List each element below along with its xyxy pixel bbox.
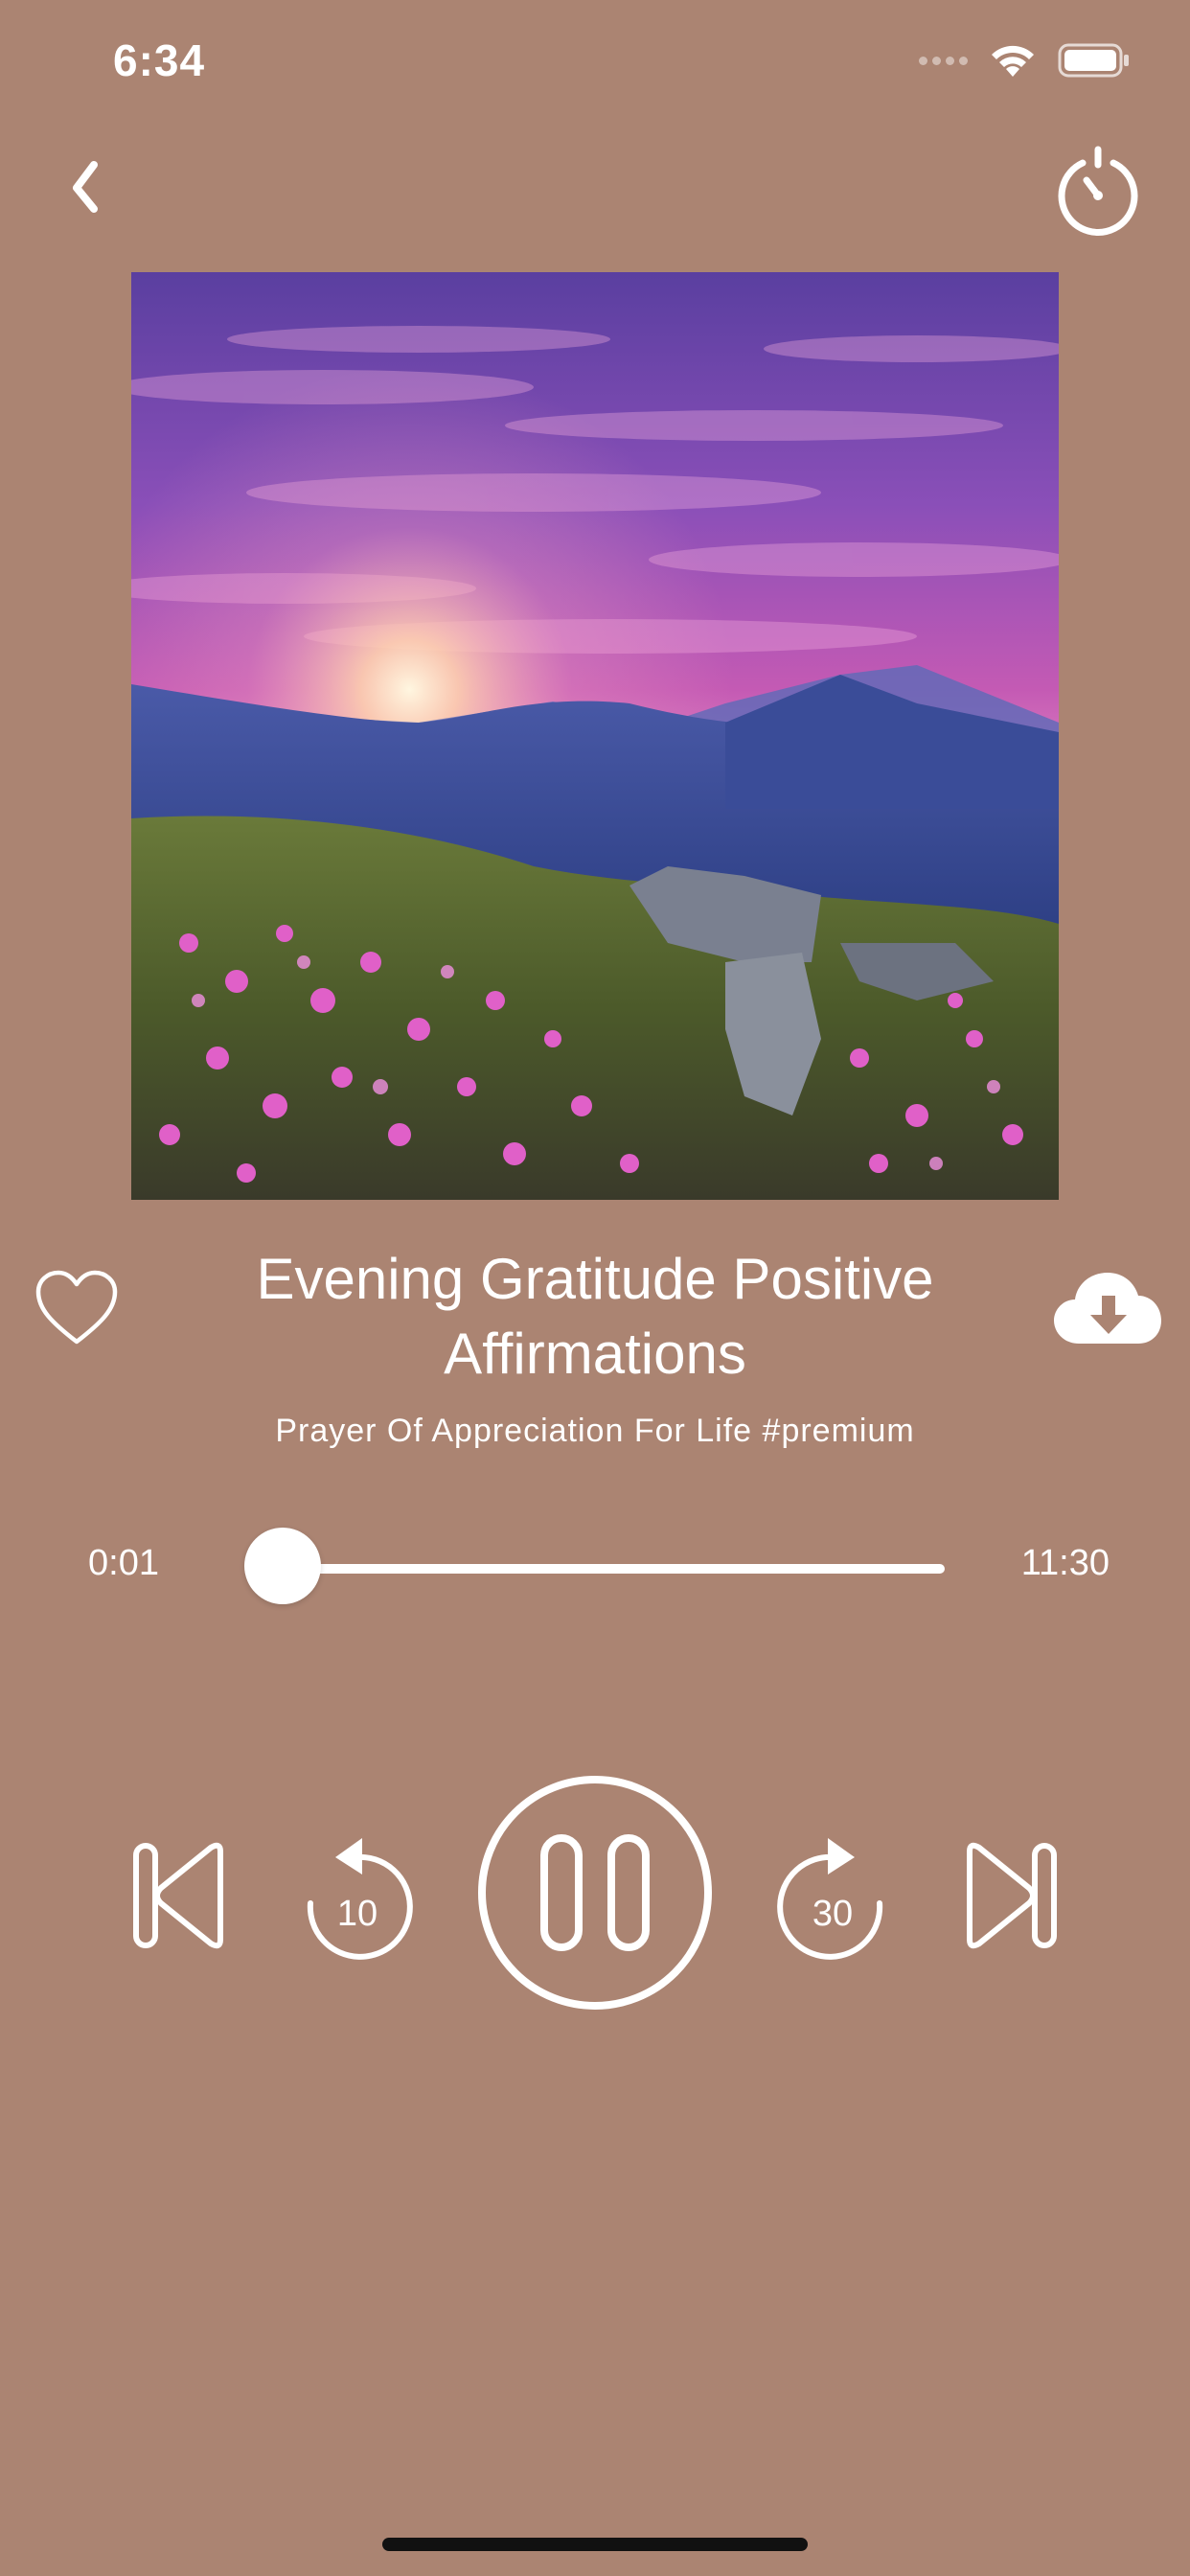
- album-artwork-image: [131, 272, 1059, 1200]
- home-indicator[interactable]: [382, 2538, 808, 2551]
- elapsed-time: 0:01: [88, 1543, 159, 1583]
- pause-icon: [478, 1776, 712, 2010]
- sleep-timer-button[interactable]: [1054, 144, 1142, 236]
- track-title: Evening Gratitude Positive Affirmations: [256, 1247, 934, 1386]
- cloud-download-icon: [1054, 1273, 1161, 1344]
- favorite-button[interactable]: [33, 1267, 121, 1349]
- skip-next-icon: [967, 1842, 1057, 1949]
- album-artwork: [131, 272, 1059, 1200]
- download-button[interactable]: [1052, 1269, 1163, 1349]
- pause-button[interactable]: [475, 1773, 715, 2012]
- forward-30-button[interactable]: 30: [772, 1830, 893, 1961]
- skip-previous-icon: [133, 1842, 223, 1949]
- next-track-button[interactable]: [962, 1838, 1062, 1953]
- heart-icon: [35, 1270, 118, 1345]
- track-subtitle: Prayer Of Appreciation For Life #premium: [275, 1413, 915, 1449]
- rewind-10-button[interactable]: 10: [297, 1830, 418, 1961]
- rewind-10-label: 10: [336, 1894, 378, 1934]
- sleep-timer-icon: [1058, 146, 1138, 236]
- status-time: 6:34: [113, 35, 206, 85]
- player-screen: 6:34 Evening Gratitude Positive Affirmat…: [0, 0, 1190, 2576]
- chevron-left-icon: [73, 161, 98, 213]
- progress-slider[interactable]: [282, 1564, 945, 1574]
- status-icons: [919, 42, 1131, 79]
- battery-icon: [1058, 43, 1129, 78]
- previous-track-button[interactable]: [128, 1838, 228, 1953]
- wifi-icon: [992, 45, 1034, 77]
- forward-30-label: 30: [812, 1894, 854, 1934]
- back-button[interactable]: [61, 153, 109, 220]
- progress-thumb[interactable]: [244, 1528, 322, 1604]
- total-time: 11:30: [1020, 1543, 1110, 1583]
- signal-icon: [919, 56, 968, 65]
